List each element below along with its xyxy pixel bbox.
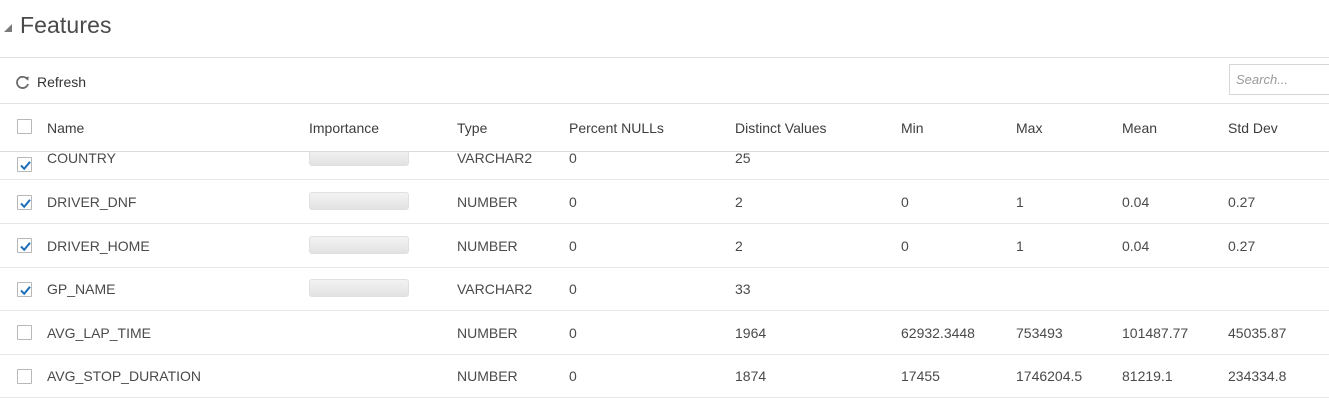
cell-std-dev: 234334.8 bbox=[1228, 368, 1287, 384]
row-checkbox[interactable] bbox=[17, 369, 32, 384]
cell-percent-nulls: 0 bbox=[569, 194, 577, 210]
cell-name: DRIVER_DNF bbox=[47, 194, 137, 210]
cell-type: VARCHAR2 bbox=[457, 152, 533, 166]
cell-mean: 81219.1 bbox=[1122, 368, 1173, 384]
cell-mean: 101487.77 bbox=[1122, 325, 1189, 341]
section-title: Features bbox=[20, 12, 112, 38]
select-all-checkbox[interactable] bbox=[17, 119, 32, 134]
cell-distinct-values: 33 bbox=[735, 281, 751, 297]
cell-type: NUMBER bbox=[457, 368, 518, 384]
cell-type: NUMBER bbox=[457, 238, 518, 254]
toolbar: Refresh bbox=[0, 58, 1329, 104]
cell-distinct-values: 1874 bbox=[735, 368, 767, 384]
search-input[interactable] bbox=[1229, 64, 1329, 95]
cell-percent-nulls: 0 bbox=[569, 238, 577, 254]
importance-bar bbox=[309, 192, 409, 210]
refresh-button[interactable]: Refresh bbox=[14, 71, 86, 93]
table-row[interactable]: DRIVER_HOME NUMBER 0 2 0 1 0.04 0.27 bbox=[0, 224, 1329, 268]
cell-distinct-values: 2 bbox=[735, 194, 743, 210]
cell-type: NUMBER bbox=[457, 325, 518, 341]
cell-std-dev: 45035.87 bbox=[1228, 325, 1287, 341]
column-header-min[interactable]: Min bbox=[901, 120, 924, 136]
grid-header: Name Importance Type Percent NULLs Disti… bbox=[0, 104, 1329, 152]
cell-distinct-values: 25 bbox=[735, 152, 751, 166]
cell-name: DRIVER_HOME bbox=[47, 238, 150, 254]
column-header-importance[interactable]: Importance bbox=[309, 120, 379, 136]
table-row[interactable]: AVG_LAP_TIME NUMBER 0 1964 62932.3448 75… bbox=[0, 311, 1329, 355]
column-header-percent-nulls[interactable]: Percent NULLs bbox=[569, 120, 664, 136]
checkmark-icon bbox=[20, 161, 31, 171]
table-row[interactable]: AVG_STOP_DURATION NUMBER 0 1874 17455 17… bbox=[0, 354, 1329, 398]
cell-name: COUNTRY bbox=[47, 152, 116, 166]
row-checkbox[interactable] bbox=[17, 157, 32, 172]
importance-bar bbox=[309, 236, 409, 254]
cell-min: 17455 bbox=[901, 368, 940, 384]
cell-name: GP_NAME bbox=[47, 281, 116, 297]
checkmark-icon bbox=[20, 286, 31, 296]
row-checkbox[interactable] bbox=[17, 195, 32, 210]
importance-bar bbox=[309, 279, 409, 297]
table-row[interactable]: COUNTRY VARCHAR2 0 25 bbox=[0, 152, 1329, 180]
column-header-type[interactable]: Type bbox=[457, 120, 487, 136]
features-panel: Features Refresh Name Importance Type Pe… bbox=[0, 0, 1329, 405]
cell-min: 62932.3448 bbox=[901, 325, 975, 341]
cell-type: VARCHAR2 bbox=[457, 281, 533, 297]
cell-min: 0 bbox=[901, 194, 909, 210]
cell-distinct-values: 1964 bbox=[735, 325, 767, 341]
collapse-triangle-icon[interactable] bbox=[3, 23, 13, 33]
cell-name: AVG_STOP_DURATION bbox=[47, 368, 202, 384]
cell-name: AVG_LAP_TIME bbox=[47, 325, 152, 341]
row-checkbox[interactable] bbox=[17, 325, 32, 340]
cell-type: NUMBER bbox=[457, 194, 518, 210]
column-header-max[interactable]: Max bbox=[1016, 120, 1042, 136]
cell-percent-nulls: 0 bbox=[569, 368, 577, 384]
cell-mean: 0.04 bbox=[1122, 194, 1150, 210]
cell-percent-nulls: 0 bbox=[569, 281, 577, 297]
column-header-std-dev[interactable]: Std Dev bbox=[1228, 120, 1278, 136]
section-header: Features bbox=[0, 0, 1329, 58]
refresh-label: Refresh bbox=[37, 74, 87, 90]
table-row[interactable]: DRIVER_DNF NUMBER 0 2 0 1 0.04 0.27 bbox=[0, 180, 1329, 224]
row-checkbox[interactable] bbox=[17, 282, 32, 297]
column-header-distinct-values[interactable]: Distinct Values bbox=[735, 120, 827, 136]
cell-std-dev: 0.27 bbox=[1228, 238, 1256, 254]
importance-bar bbox=[309, 152, 409, 166]
refresh-icon bbox=[16, 75, 29, 89]
checkmark-icon bbox=[20, 242, 31, 252]
cell-std-dev: 0.27 bbox=[1228, 194, 1256, 210]
cell-distinct-values: 2 bbox=[735, 238, 743, 254]
cell-max: 753493 bbox=[1016, 325, 1063, 341]
cell-max: 1 bbox=[1016, 194, 1024, 210]
cell-percent-nulls: 0 bbox=[569, 325, 577, 341]
row-checkbox[interactable] bbox=[17, 238, 32, 253]
cell-mean: 0.04 bbox=[1122, 238, 1150, 254]
cell-min: 0 bbox=[901, 238, 909, 254]
cell-max: 1746204.5 bbox=[1016, 368, 1083, 384]
cell-max: 1 bbox=[1016, 238, 1024, 254]
cell-percent-nulls: 0 bbox=[569, 152, 577, 166]
column-header-mean[interactable]: Mean bbox=[1122, 120, 1157, 136]
table-row[interactable]: GP_NAME VARCHAR2 0 33 bbox=[0, 267, 1329, 311]
grid-body: COUNTRY VARCHAR2 0 25 DRIVER_DNF NUMBER … bbox=[0, 152, 1329, 405]
checkmark-icon bbox=[20, 199, 31, 209]
column-header-name[interactable]: Name bbox=[47, 120, 84, 136]
